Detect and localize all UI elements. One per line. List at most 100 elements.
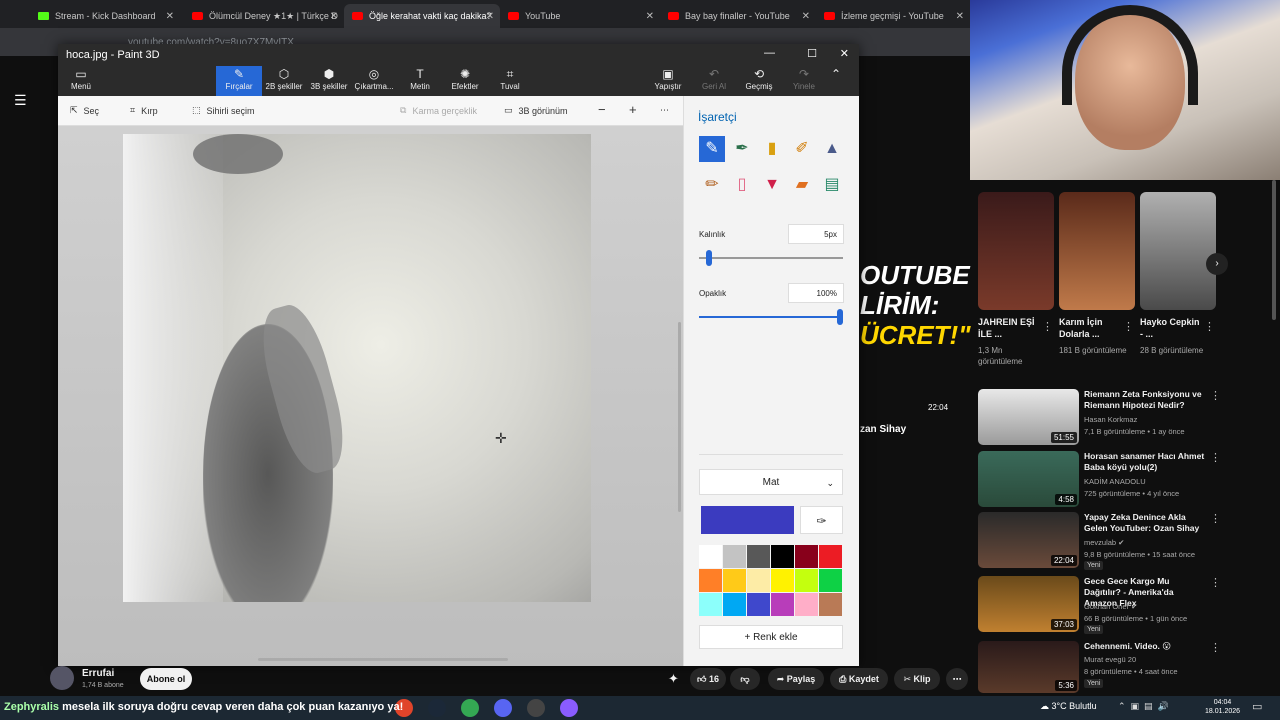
color-swatch[interactable] [819, 593, 842, 616]
text-button[interactable]: T Metin [397, 66, 443, 96]
vertical-scrollbar[interactable] [678, 322, 681, 512]
color-swatch[interactable] [819, 545, 842, 568]
finish-dropdown[interactable]: Mat ⌄ [699, 469, 843, 495]
color-swatch[interactable] [699, 545, 722, 568]
color-swatch[interactable] [795, 545, 818, 568]
color-swatch[interactable] [747, 593, 770, 616]
more-button[interactable]: ⋯ [660, 105, 669, 116]
dislike-button[interactable]: 👎︎ [730, 668, 760, 690]
color-swatch[interactable] [723, 569, 746, 592]
pencil-icon[interactable]: ✏ [699, 172, 725, 198]
more-vert-icon[interactable]: ⋮ [1042, 320, 1053, 333]
mixed-reality-button[interactable]: ⧉ Karma gerçeklik [400, 105, 477, 116]
stickers-button[interactable]: ◎ Çıkartma... [351, 66, 397, 96]
save-button[interactable]: ⎙ Kaydet [830, 668, 888, 690]
watercolor-icon[interactable]: ✐ [789, 136, 815, 162]
obs-icon[interactable] [527, 699, 545, 717]
short-thumbnail[interactable] [1140, 192, 1216, 310]
more-vert-icon[interactable]: ⋮ [1210, 576, 1221, 589]
color-swatch[interactable] [723, 545, 746, 568]
video-title[interactable]: Cehennemi. Video. 😮 [1084, 641, 1208, 652]
list-item[interactable]: 51:55 Riemann Zeta Fonksiyonu ve Riemann… [978, 389, 1221, 447]
system-tray-icons[interactable]: ⌃▣▤🔊 [1118, 701, 1174, 712]
steam-icon[interactable] [428, 699, 446, 717]
video-title[interactable]: Riemann Zeta Fonksiyonu ve Riemann Hipot… [1084, 389, 1208, 411]
short-title[interactable]: JAHREIN EŞİ İLE ... [978, 316, 1040, 340]
close-tab-icon[interactable]: ✕ [330, 11, 338, 22]
color-swatch[interactable] [795, 569, 818, 592]
thickness-input[interactable]: 5px [788, 224, 844, 244]
share-button[interactable]: ➦ Paylaş [768, 668, 824, 690]
paste-button[interactable]: ▣ Yapıştır [645, 66, 691, 96]
marker-icon[interactable]: ✎ [699, 136, 725, 162]
tab-bay-bay-finaller[interactable]: Bay bay finaller - YouTube ✕ [660, 4, 816, 28]
page-scrollbar[interactable] [1272, 180, 1276, 320]
calligraphy-pen-icon[interactable]: ✒ [729, 136, 755, 162]
image-canvas[interactable]: ✛ [123, 134, 591, 602]
list-item[interactable]: 4:58 Horasan sanamer Hacı Ahmet Baba köy… [978, 451, 1221, 509]
crop-tool[interactable]: ⌗ Kırp [130, 105, 158, 116]
color-swatch[interactable] [819, 569, 842, 592]
color-swatch[interactable] [747, 545, 770, 568]
video-channel[interactable]: Gokhan Oner ✔ [1084, 602, 1137, 611]
clock[interactable]: 04:04 18.01.2026 [1205, 698, 1240, 716]
like-button[interactable]: 👍︎ 16 [690, 668, 726, 690]
magic-icon[interactable]: ✦ [668, 671, 679, 687]
tab-izleme-gecmisi[interactable]: İzleme geçmişi - YouTube ✕ [816, 4, 970, 28]
close-tab-icon[interactable]: ✕ [166, 11, 174, 22]
video-channel[interactable]: Hasan Korkmaz [1084, 415, 1137, 424]
weather-widget[interactable]: ☁ 3°C Bulutlu [1040, 701, 1097, 712]
close-tab-icon[interactable]: ✕ [646, 11, 654, 22]
close-icon[interactable]: ✕ [840, 47, 849, 60]
tab-olumcul-deney[interactable]: Ölümcül Deney ★1★ | Türkçe D ✕ [184, 4, 344, 28]
color-swatch[interactable] [795, 593, 818, 616]
avatar[interactable] [50, 666, 74, 690]
opacity-input[interactable]: 100% [788, 283, 844, 303]
thickness-slider-knob[interactable] [706, 250, 713, 266]
color-swatch[interactable] [723, 593, 746, 616]
more-vert-icon[interactable]: ⋮ [1210, 451, 1221, 464]
effects-button[interactable]: ✺ Efektler [442, 66, 488, 96]
shapes3d-button[interactable]: ⬢ 3B şekiller [306, 66, 352, 96]
short-title[interactable]: Hayko Cepkin - ... [1140, 316, 1202, 340]
video-channel[interactable]: Murat evegü 20 [1084, 655, 1136, 664]
short-thumbnail[interactable] [1059, 192, 1135, 310]
tab-ogle-kerahat[interactable]: Öğle kerahat vakti kaç dakika? ✕ [344, 4, 500, 28]
color-swatch[interactable] [771, 593, 794, 616]
more-vert-icon[interactable]: ⋮ [1210, 641, 1221, 654]
select-tool[interactable]: ⇱ Seç [70, 105, 99, 116]
thickness-slider[interactable] [699, 257, 843, 259]
close-tab-icon[interactable]: ✕ [956, 11, 964, 22]
zoom-in-button[interactable]: + [629, 102, 637, 117]
opacity-slider[interactable] [699, 316, 843, 318]
chrome-icon[interactable] [461, 699, 479, 717]
tab-kick-dashboard[interactable]: Stream - Kick Dashboard ✕ [30, 4, 180, 28]
brushes-button[interactable]: ✎ Fırçalar [216, 66, 262, 96]
more-vert-icon[interactable]: ⋮ [1210, 512, 1221, 525]
short-title[interactable]: Karım İçin Dolarla ... [1059, 316, 1121, 340]
pixel-pen-icon[interactable]: ▲ [819, 136, 845, 162]
clip-button[interactable]: ✂ Klip [894, 668, 940, 690]
minimize-icon[interactable]: — [764, 47, 775, 59]
more-vert-icon[interactable]: ⋮ [1123, 320, 1134, 333]
opacity-slider-knob[interactable] [837, 309, 843, 325]
menu-button[interactable]: ▭ Menü [58, 66, 104, 96]
video-title[interactable]: Horasan sanamer Hacı Ahmet Baba köyü yol… [1084, 451, 1208, 473]
crayon-icon[interactable]: ▼ [759, 172, 785, 198]
more-horiz-icon[interactable]: ⋯ [946, 668, 968, 690]
close-tab-icon[interactable]: ✕ [486, 11, 494, 22]
color-swatch[interactable] [699, 593, 722, 616]
channel-name[interactable]: Errufai [82, 668, 114, 679]
shapes2d-button[interactable]: ⬡ 2B şekiller [261, 66, 307, 96]
notification-icon[interactable]: ▭ [1252, 700, 1262, 713]
more-vert-icon[interactable]: ⋮ [1210, 389, 1221, 402]
tab-youtube[interactable]: YouTube ✕ [500, 4, 660, 28]
close-tab-icon[interactable]: ✕ [802, 11, 810, 22]
list-item[interactable]: 22:04 Yapay Zeka Denince Akla Gelen YouT… [978, 512, 1221, 570]
current-color-swatch[interactable] [701, 506, 794, 534]
view3d-button[interactable]: ▭ 3B görünüm [504, 105, 568, 116]
undo-button[interactable]: ↶ Geri Al [691, 66, 737, 96]
color-swatch[interactable] [771, 545, 794, 568]
color-swatch[interactable] [771, 569, 794, 592]
fill-icon[interactable]: ▤ [819, 172, 845, 198]
